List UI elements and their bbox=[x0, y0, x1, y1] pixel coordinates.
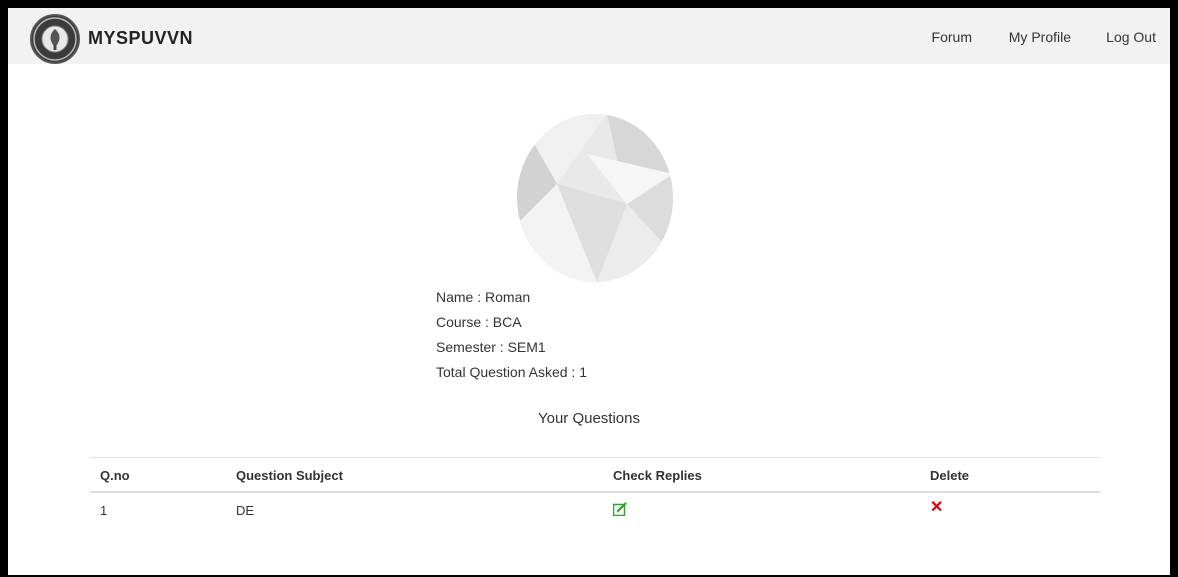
header-question-subject: Question Subject bbox=[236, 468, 343, 483]
table-row: 1 DE ✕ bbox=[90, 493, 1100, 527]
profile-total-questions: Total Question Asked : 1 bbox=[436, 364, 587, 380]
nav-forum[interactable]: Forum bbox=[932, 29, 972, 45]
header-qno: Q.no bbox=[100, 468, 130, 483]
nav-log-out[interactable]: Log Out bbox=[1106, 29, 1156, 45]
header-delete: Delete bbox=[930, 468, 970, 483]
nav-my-profile[interactable]: My Profile bbox=[1009, 29, 1071, 45]
profile-name: Name : Roman bbox=[436, 289, 531, 305]
table-header: Q.no Question Subject Check Replies Dele… bbox=[90, 457, 1100, 493]
navbar: MYSPUVVN Forum My Profile Log Out bbox=[8, 8, 1170, 64]
row-qno: 1 bbox=[100, 503, 108, 518]
row-subject: DE bbox=[236, 503, 255, 518]
avatar bbox=[517, 114, 673, 282]
brand-title[interactable]: MYSPUVVN bbox=[88, 28, 193, 49]
close-icon[interactable]: ✕ bbox=[930, 500, 944, 516]
profile-course: Course : BCA bbox=[436, 314, 522, 330]
profile-semester: Semester : SEM1 bbox=[436, 339, 546, 355]
page-frame: MYSPUVVN Forum My Profile Log Out Name :… bbox=[8, 8, 1170, 575]
university-logo[interactable] bbox=[30, 14, 80, 64]
questions-table: Q.no Question Subject Check Replies Dele… bbox=[90, 457, 1100, 527]
edit-icon[interactable] bbox=[612, 502, 627, 517]
profile-info: Name : Roman Course : BCA Semester : SEM… bbox=[436, 285, 587, 385]
your-questions-title: Your Questions bbox=[537, 410, 640, 427]
header-check-replies: Check Replies bbox=[613, 468, 702, 483]
